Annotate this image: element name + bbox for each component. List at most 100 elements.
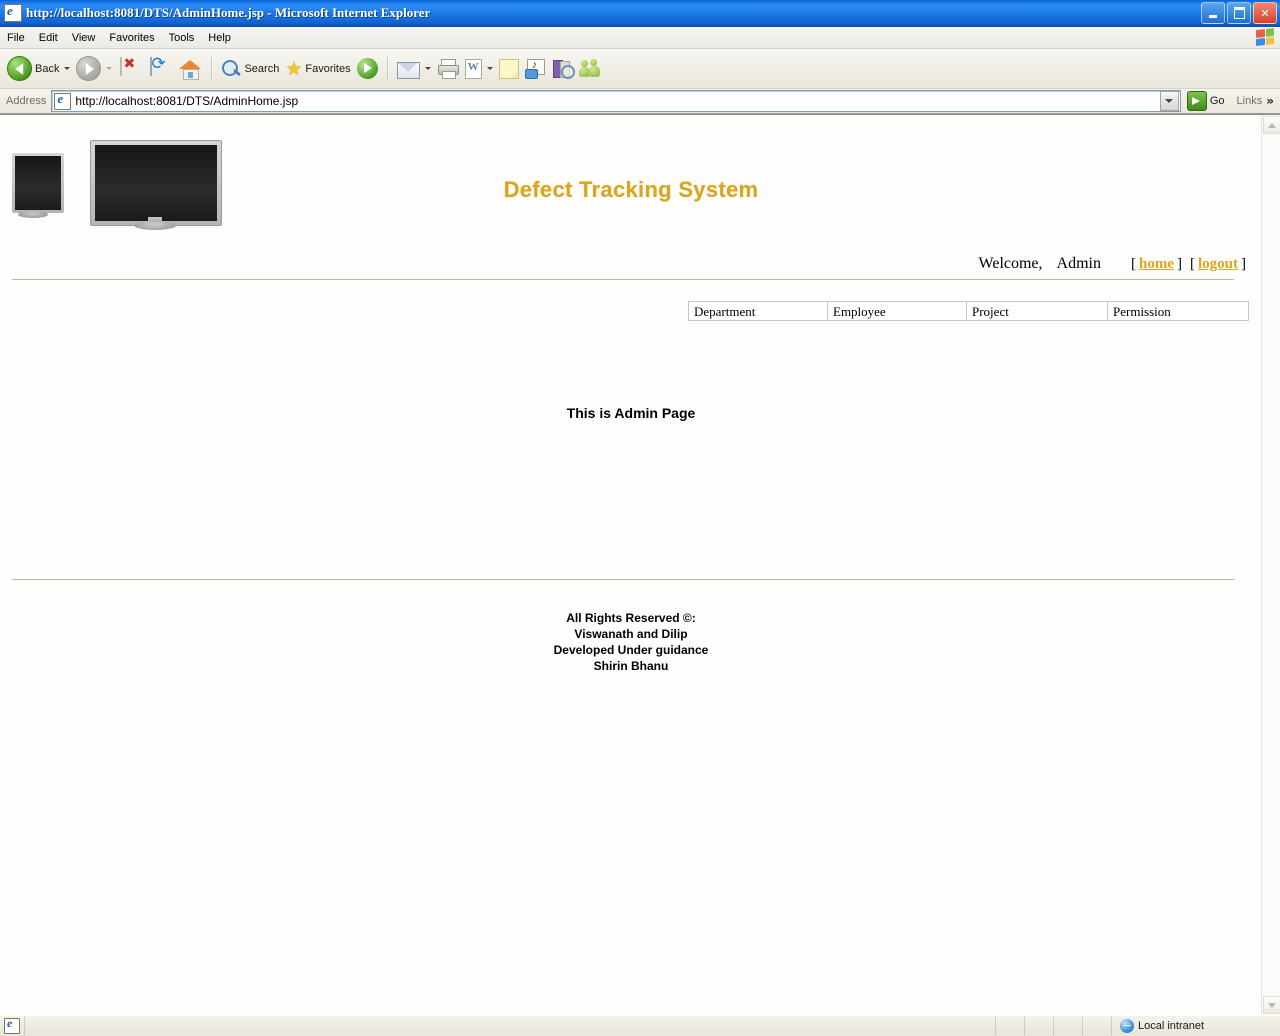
home-link[interactable]: home	[1136, 256, 1177, 273]
toolbar-overflow-icon[interactable]: »	[1266, 94, 1280, 108]
back-icon	[7, 56, 32, 81]
browser-viewport: Defect Tracking System Welcome, Admin [ …	[0, 114, 1280, 1015]
mail-dropdown-icon[interactable]	[424, 67, 431, 70]
window-controls: ✕	[1201, 2, 1277, 24]
nav-item-department[interactable]: Department	[688, 301, 828, 321]
back-dropdown-icon[interactable]	[64, 67, 71, 70]
footer-line-guide-name: Shirin Bhanu	[593, 659, 669, 673]
footer-line-guidance: Developed Under guidance	[553, 643, 709, 657]
mail-button[interactable]	[394, 53, 434, 85]
close-icon: ✕	[1260, 6, 1270, 20]
menubar: File Edit View Favorites Tools Help	[0, 27, 1280, 49]
browser-toolbar: Back Search ★ Favorites	[0, 49, 1280, 89]
research-icon	[552, 59, 575, 79]
forward-button[interactable]	[73, 53, 115, 85]
mail-icon	[396, 61, 420, 79]
nav-item-permission[interactable]: Permission	[1107, 301, 1249, 321]
address-input[interactable]: http://localhost:8081/DTS/AdminHome.jsp	[51, 90, 1181, 112]
ie-document-icon	[4, 3, 22, 22]
minimize-button[interactable]	[1201, 2, 1225, 24]
home-link-close-bracket: ]	[1176, 256, 1182, 272]
footer-line-authors: Viswanath and Dilip	[574, 627, 688, 641]
back-button-label: Back	[35, 62, 60, 75]
toolbar-separator	[386, 56, 388, 81]
note-button[interactable]	[496, 53, 522, 85]
people-button[interactable]	[576, 53, 604, 85]
status-pane	[1024, 1017, 1053, 1035]
globe-icon	[1120, 1019, 1134, 1033]
media-button[interactable]	[354, 53, 381, 85]
favorites-button[interactable]: ★ Favorites	[282, 53, 353, 85]
footer-divider	[12, 579, 1234, 580]
status-pane	[995, 1017, 1024, 1035]
print-button[interactable]	[434, 53, 462, 85]
go-button-label: Go	[1209, 95, 1225, 107]
menu-item-help[interactable]: Help	[201, 30, 238, 46]
menu-item-tools[interactable]: Tools	[162, 30, 202, 46]
note-icon	[498, 58, 519, 79]
restore-icon	[1233, 7, 1245, 19]
search-button-label: Search	[244, 62, 280, 75]
favorites-button-label: Favorites	[305, 62, 351, 75]
menu-item-file[interactable]: File	[0, 30, 32, 46]
menu-item-view[interactable]: View	[65, 30, 103, 46]
refresh-button[interactable]	[145, 53, 175, 85]
window-title-suffix: - Microsoft Internet Explorer	[264, 5, 431, 20]
stop-icon	[118, 56, 142, 80]
edit-dropdown-icon[interactable]	[486, 67, 493, 70]
page-title: Defect Tracking System	[503, 177, 759, 202]
go-icon	[1186, 91, 1207, 111]
welcome-bar: Welcome, Admin [ home ] [ logout ]	[979, 255, 1246, 273]
menu-item-favorites[interactable]: Favorites	[102, 30, 161, 46]
edit-button[interactable]	[462, 53, 496, 85]
window-title-url: http://localhost:8081/DTS/AdminHome.jsp	[26, 5, 264, 20]
minimize-icon	[1209, 14, 1217, 18]
go-button[interactable]: Go	[1181, 91, 1233, 111]
windows-flag-icon	[1256, 28, 1274, 46]
logout-link-close-bracket: ]	[1241, 256, 1246, 272]
people-icon	[578, 59, 601, 78]
logout-link[interactable]: logout	[1195, 256, 1241, 273]
links-label[interactable]: Links	[1233, 95, 1267, 107]
address-dropdown-icon[interactable]	[1159, 91, 1179, 111]
web-page-content: Defect Tracking System Welcome, Admin [ …	[0, 115, 1262, 1015]
restore-button[interactable]	[1227, 2, 1251, 24]
forward-dropdown-icon[interactable]	[106, 67, 113, 70]
resize-grip[interactable]	[1265, 1021, 1279, 1035]
main-nav: Department Employee Project Permission	[688, 301, 1249, 321]
menu-item-edit[interactable]: Edit	[32, 30, 65, 46]
vertical-scrollbar[interactable]	[1261, 115, 1280, 1015]
address-bar: Address http://localhost:8081/DTS/AdminH…	[0, 89, 1280, 114]
nav-item-employee[interactable]: Employee	[827, 301, 967, 321]
stop-button[interactable]	[115, 53, 145, 85]
status-pane	[1082, 1017, 1111, 1035]
security-zone[interactable]: Local intranet	[1111, 1017, 1280, 1035]
close-button[interactable]: ✕	[1253, 2, 1277, 24]
welcome-greeting: Welcome,	[978, 255, 1043, 272]
footer-line-rights: All Rights Reserved ©:	[566, 611, 696, 625]
scroll-up-icon[interactable]	[1263, 116, 1280, 134]
messenger-button[interactable]	[522, 53, 549, 85]
status-bar: Local intranet	[0, 1015, 1280, 1036]
address-input-value: http://localhost:8081/DTS/AdminHome.jsp	[75, 94, 299, 108]
back-button[interactable]: Back	[4, 53, 73, 85]
status-pane	[1053, 1017, 1082, 1035]
nav-item-project[interactable]: Project	[966, 301, 1108, 321]
search-button[interactable]: Search	[218, 53, 282, 85]
page-footer: All Rights Reserved ©: Viswanath and Dil…	[0, 610, 1262, 674]
forward-icon	[76, 56, 102, 81]
edit-word-icon	[464, 58, 482, 79]
favorites-star-icon: ★	[285, 57, 303, 80]
header-divider	[12, 279, 1234, 280]
ie-document-icon	[54, 91, 72, 110]
main-message: This is Admin Page	[566, 405, 696, 421]
messenger-icon	[524, 59, 546, 79]
media-icon	[356, 58, 378, 79]
home-icon	[179, 59, 202, 80]
home-button[interactable]	[175, 53, 205, 85]
scroll-down-icon[interactable]	[1263, 996, 1280, 1014]
window-title: http://localhost:8081/DTS/AdminHome.jsp …	[26, 5, 430, 21]
ie-document-icon	[4, 1016, 20, 1034]
research-button[interactable]	[549, 53, 576, 85]
security-zone-label: Local intranet	[1138, 1020, 1205, 1032]
